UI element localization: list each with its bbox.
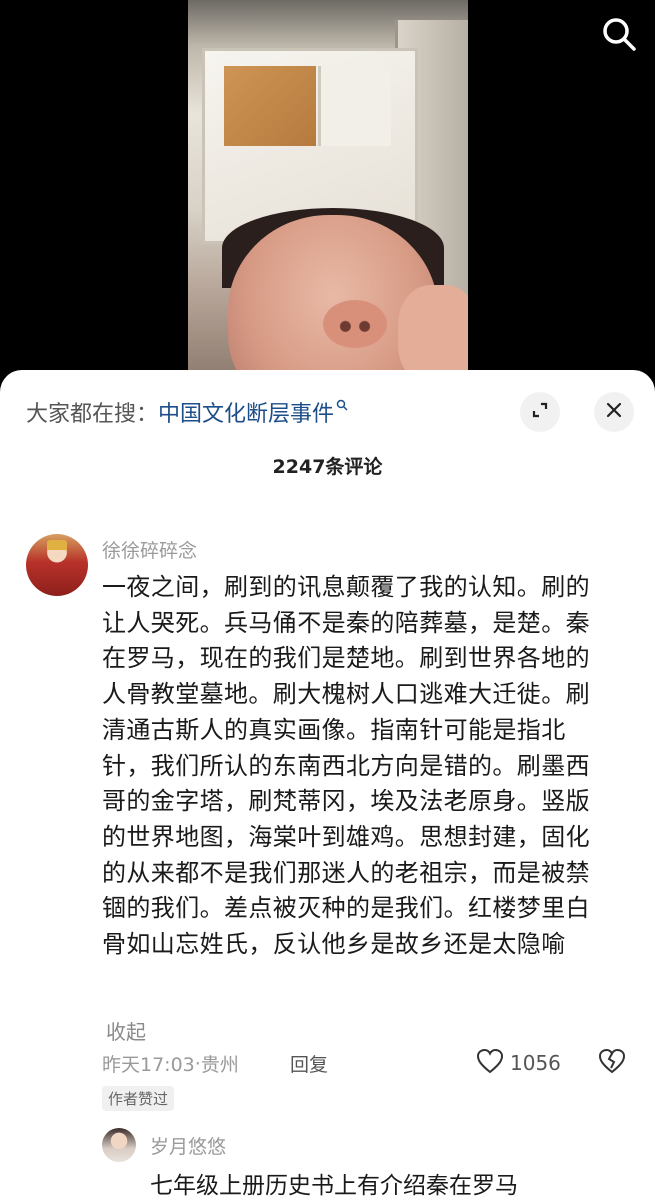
reply-button[interactable]: 回复 xyxy=(290,1050,328,1077)
broken-heart-icon xyxy=(598,1048,626,1078)
comment-text: 一夜之间，刷到的讯息颠覆了我的认知。刷的 让人哭死。兵马俑不是秦的陪葬墓，是楚。… xyxy=(102,570,622,963)
window-pane xyxy=(318,66,391,146)
video-player[interactable] xyxy=(0,0,655,380)
comment-line: 让人哭死。兵马俑不是秦的陪葬墓，是楚。秦 xyxy=(102,608,590,637)
heart-icon xyxy=(476,1048,504,1078)
video-frame[interactable] xyxy=(188,0,468,380)
window-panel xyxy=(224,66,316,146)
comment-line: 的从来都不是我们那迷人的老祖宗，而是被禁 xyxy=(102,858,590,887)
reply-avatar[interactable] xyxy=(102,1128,136,1162)
comment-line: 在罗马，现在的我们是楚地。刷到世界各地的 xyxy=(102,644,590,673)
close-icon xyxy=(604,400,624,424)
comment-meta: 昨天17:03 · 贵州 xyxy=(102,1050,239,1077)
comment-line: 锢的我们。差点被灭种的是我们。红楼梦里白 xyxy=(102,894,590,923)
reply-username[interactable]: 岁月悠悠 xyxy=(150,1132,226,1159)
avatar-crown xyxy=(47,540,67,550)
small-search-icon xyxy=(336,399,348,415)
expand-button[interactable] xyxy=(520,392,560,432)
reply-text: 七年级上册历史书上有介绍秦在罗马 xyxy=(150,1173,518,1199)
like-count: 1056 xyxy=(510,1051,561,1075)
comment-line: 针，我们所认的东南西北方向是错的。刷墨西 xyxy=(102,751,590,780)
suggestion-query[interactable]: 中国文化断层事件 xyxy=(158,396,334,428)
dislike-button[interactable] xyxy=(598,1048,626,1078)
like-button[interactable]: 1056 xyxy=(476,1048,561,1078)
suggestion-label: 大家都在搜： xyxy=(26,402,159,427)
comment-location: 贵州 xyxy=(200,1054,239,1076)
comment-line: 人骨教堂墓地。刷大槐树人口逃难大迁徙。刷 xyxy=(102,680,590,709)
comments-sheet: 大家都在搜： 中国文化断层事件 2247条评论 徐徐碎碎念 一夜之间，刷到的讯息… xyxy=(0,370,655,1200)
comment-line: 哥的金字塔，刷梵蒂冈，埃及法老原身。竖版 xyxy=(102,787,590,816)
comment-line: 的世界地图，海棠叶到雄鸡。思想封建，固化 xyxy=(102,822,590,851)
comment-line: 一夜之间，刷到的讯息颠覆了我的认知。刷的 xyxy=(102,573,590,601)
suggestion-link[interactable]: 中国文化断层事件 xyxy=(158,396,348,428)
close-button[interactable] xyxy=(594,392,634,432)
comment-line: 骨如山忘姓氏，反认他乡是故乡还是太隐喻 xyxy=(102,930,566,959)
comment-line: 清通古斯人的真实画像。指南针可能是指北 xyxy=(102,715,566,744)
person-nose xyxy=(323,300,387,348)
search-icon[interactable] xyxy=(599,14,639,54)
comment-count: 2247条评论 xyxy=(272,456,383,478)
person-hand xyxy=(398,285,468,380)
avatar[interactable] xyxy=(26,534,88,596)
author-liked-badge: 作者赞过 xyxy=(102,1086,175,1111)
comment-time: 昨天17:03 xyxy=(102,1054,195,1076)
collapse-button[interactable]: 收起 xyxy=(106,1016,146,1045)
comment-username[interactable]: 徐徐碎碎念 xyxy=(102,536,197,563)
expand-icon xyxy=(530,400,550,424)
search-suggestion: 大家都在搜： 中国文化断层事件 xyxy=(26,394,348,430)
